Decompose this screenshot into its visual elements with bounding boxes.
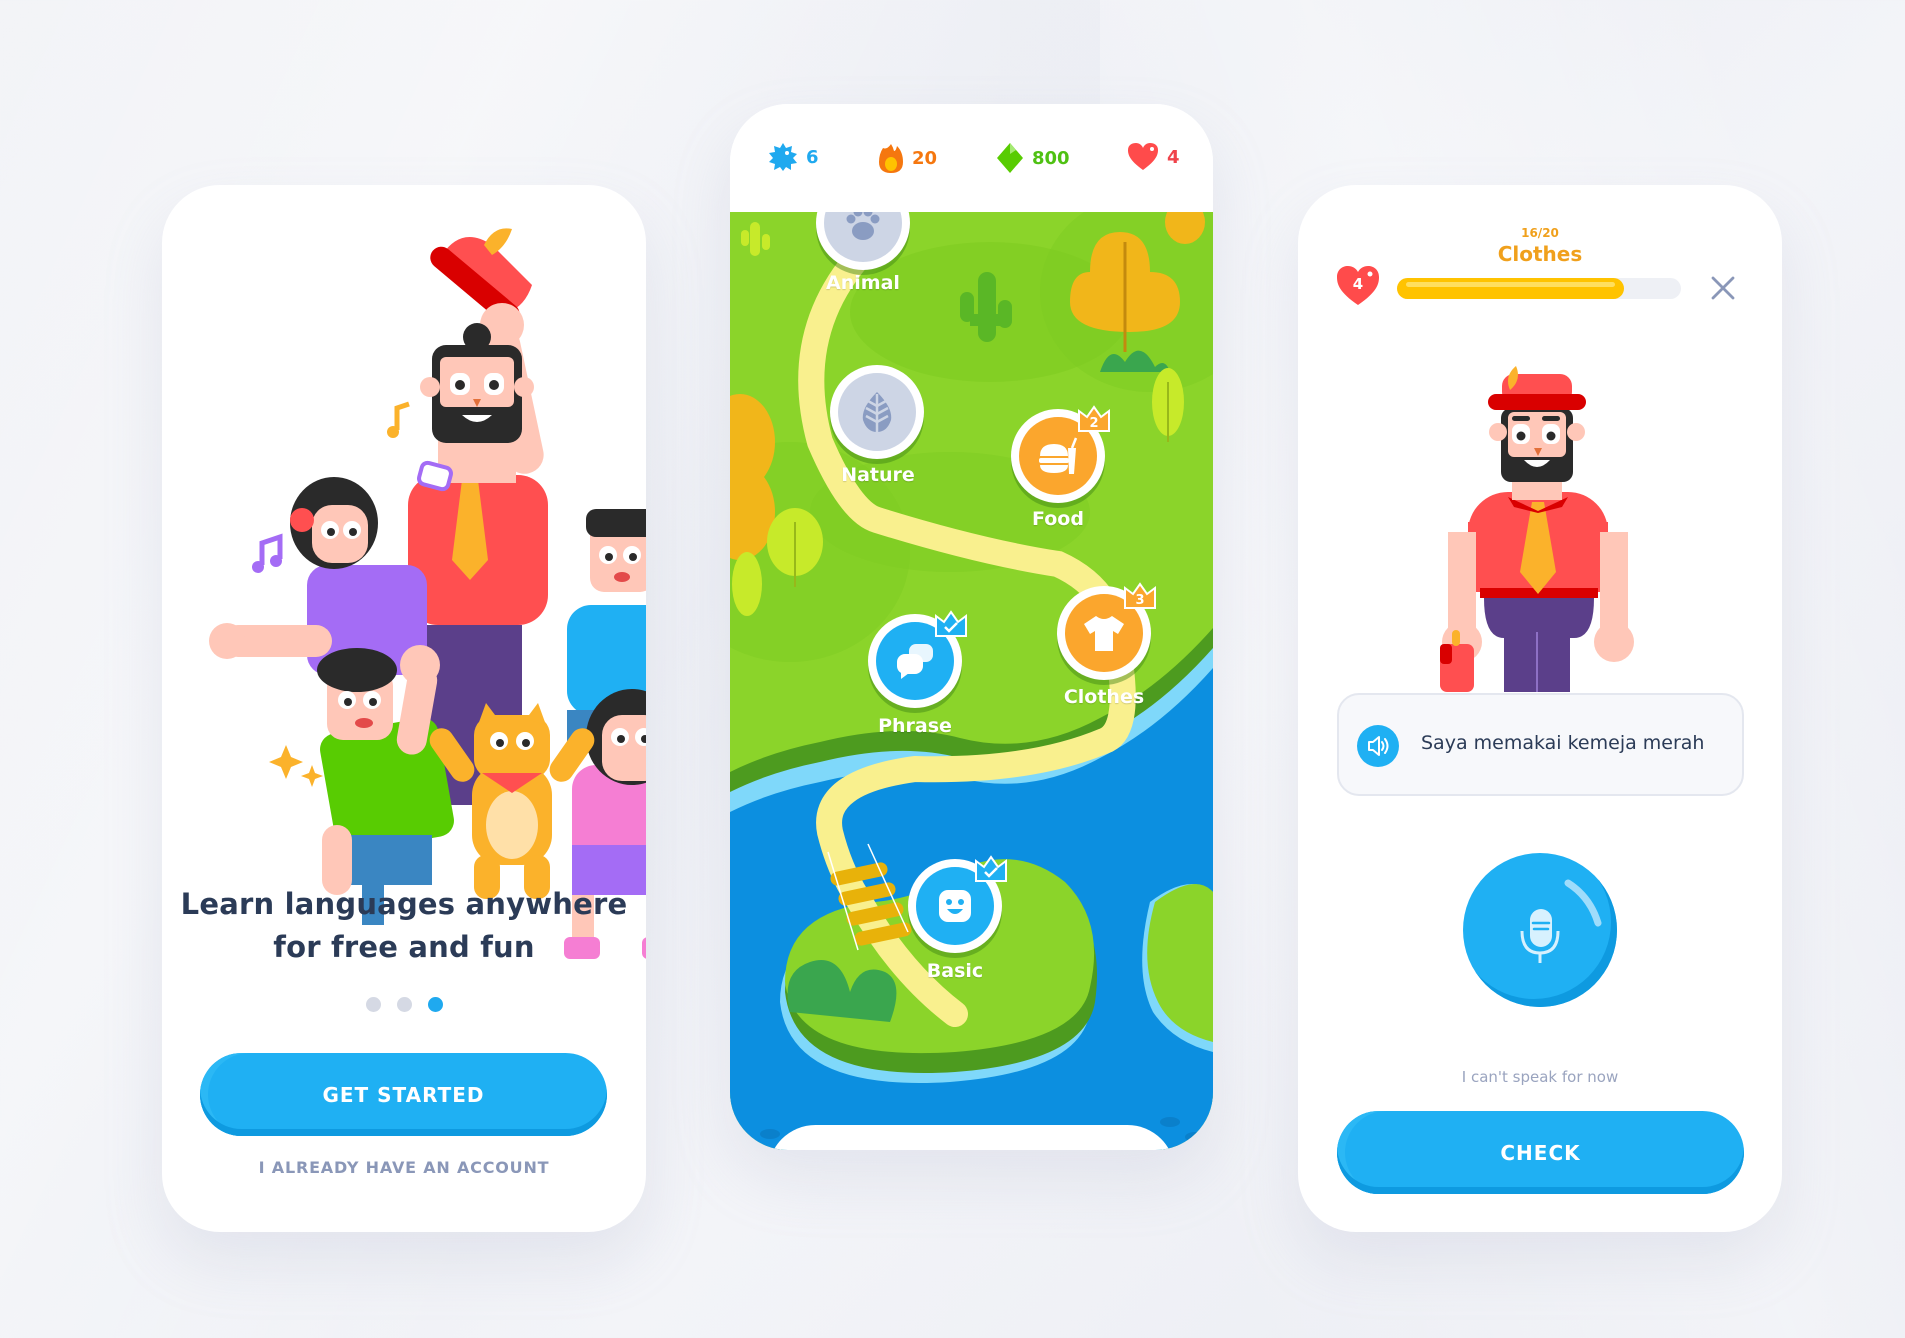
streak-flame-icon bbox=[879, 144, 903, 173]
nav-achievements[interactable] bbox=[898, 1147, 948, 1150]
lesson-node-basic[interactable] bbox=[908, 855, 1007, 953]
title-line-1: Learn languages anywhere bbox=[180, 887, 628, 921]
cant-speak-link[interactable]: I can't speak for now bbox=[1298, 1068, 1782, 1086]
paw-icon bbox=[846, 212, 880, 240]
already-have-account-link[interactable]: I ALREADY HAVE AN ACCOUNT bbox=[162, 1158, 646, 1177]
check-button[interactable]: CHECK bbox=[1337, 1111, 1744, 1194]
crown-level: 2 bbox=[1089, 416, 1098, 431]
close-icon bbox=[1711, 276, 1735, 300]
stat-diamonds[interactable]: 800 bbox=[996, 142, 1070, 174]
teacher-character-illustration bbox=[1440, 366, 1634, 692]
crown-check-icon bbox=[975, 855, 1007, 882]
nav-home[interactable] bbox=[806, 1147, 856, 1150]
title-line-2: for free and fun bbox=[273, 930, 535, 964]
lesson-label: Animal bbox=[826, 272, 900, 294]
lesson-title: Clothes bbox=[1497, 242, 1583, 266]
lesson-progress-bar bbox=[1397, 278, 1681, 299]
stat-hearts[interactable]: 4 bbox=[1127, 142, 1180, 172]
play-audio-button[interactable] bbox=[1357, 725, 1399, 767]
burger-drink-icon bbox=[1039, 437, 1078, 474]
pagination-dot-active[interactable] bbox=[427, 997, 443, 1012]
lesson-label: Clothes bbox=[1063, 686, 1145, 708]
family-illustration bbox=[209, 228, 646, 959]
crown-level: 3 bbox=[1135, 593, 1144, 608]
microphone-icon bbox=[1520, 909, 1560, 963]
mic-button-graphics bbox=[1520, 879, 1602, 963]
stat-gems[interactable]: 6 bbox=[768, 142, 819, 172]
microphone-button[interactable] bbox=[1463, 853, 1617, 1007]
lesson-node-nature[interactable] bbox=[830, 365, 924, 459]
speaker-icon bbox=[1368, 736, 1389, 756]
question-counter: 16/20 bbox=[1521, 226, 1559, 240]
diamonds-count: 800 bbox=[1032, 147, 1070, 169]
pagination-dots bbox=[162, 997, 646, 1012]
lesson-node-food[interactable]: 2 bbox=[1011, 405, 1110, 503]
stat-streak[interactable]: 20 bbox=[878, 142, 937, 174]
lesson-node-phrase[interactable] bbox=[868, 610, 967, 708]
sentence-card: Saya memakai kemeja merah bbox=[1337, 693, 1744, 796]
crown-check-icon bbox=[935, 610, 967, 637]
diamond-icon bbox=[997, 143, 1023, 173]
lesson-label: Nature bbox=[841, 464, 915, 486]
gems-count: 6 bbox=[806, 146, 819, 168]
leaf-icon bbox=[862, 392, 892, 432]
nav-leaderboard[interactable] bbox=[993, 1147, 1043, 1150]
close-button[interactable] bbox=[1706, 271, 1740, 305]
chat-bubbles-icon bbox=[897, 644, 933, 679]
pagination-dot[interactable] bbox=[365, 997, 381, 1012]
heart-icon bbox=[1128, 143, 1158, 170]
lives-indicator: 4 bbox=[1336, 265, 1380, 307]
gem-badge-icon bbox=[769, 143, 797, 171]
lesson-label: Phrase bbox=[878, 715, 952, 737]
lesson-node-clothes[interactable]: 3 bbox=[1057, 582, 1156, 680]
nav-profile[interactable] bbox=[1088, 1147, 1138, 1150]
stats-bar: 6 20 800 4 bbox=[730, 104, 1213, 212]
speaking-exercise-screen: 16/20 Clothes 4 Saya memakai kemeja mera… bbox=[1298, 185, 1782, 1232]
lives-count: 4 bbox=[1352, 275, 1364, 293]
onboarding-screen: Learn languages anywhere for free and fu… bbox=[162, 185, 646, 1232]
lesson-label: Food bbox=[1032, 508, 1084, 530]
streak-count: 20 bbox=[912, 147, 938, 169]
smile-face-icon bbox=[939, 890, 971, 922]
bottom-navigation bbox=[768, 1125, 1175, 1150]
highlight-shine bbox=[1564, 879, 1602, 927]
lesson-map-screen: 6 20 800 4 Animal Nature 2 Food 3 Clothe… bbox=[730, 104, 1213, 1150]
lesson-map: Animal Nature 2 Food 3 Clothes Phrase Ba… bbox=[730, 212, 1213, 1150]
tshirt-icon bbox=[1084, 616, 1124, 651]
lesson-label: Basic bbox=[926, 960, 984, 982]
crown-badge-icon: 3 bbox=[1124, 582, 1156, 609]
crown-badge-icon: 2 bbox=[1078, 405, 1110, 432]
map-background bbox=[730, 212, 1213, 1150]
progress-fill bbox=[1397, 278, 1625, 299]
onboarding-title: Learn languages anywhere for free and fu… bbox=[162, 883, 646, 969]
hearts-count: 4 bbox=[1167, 146, 1180, 168]
pagination-dot[interactable] bbox=[396, 997, 412, 1012]
sentence-text: Saya memakai kemeja merah bbox=[1421, 732, 1705, 754]
get-started-button[interactable]: GET STARTED bbox=[200, 1053, 607, 1136]
